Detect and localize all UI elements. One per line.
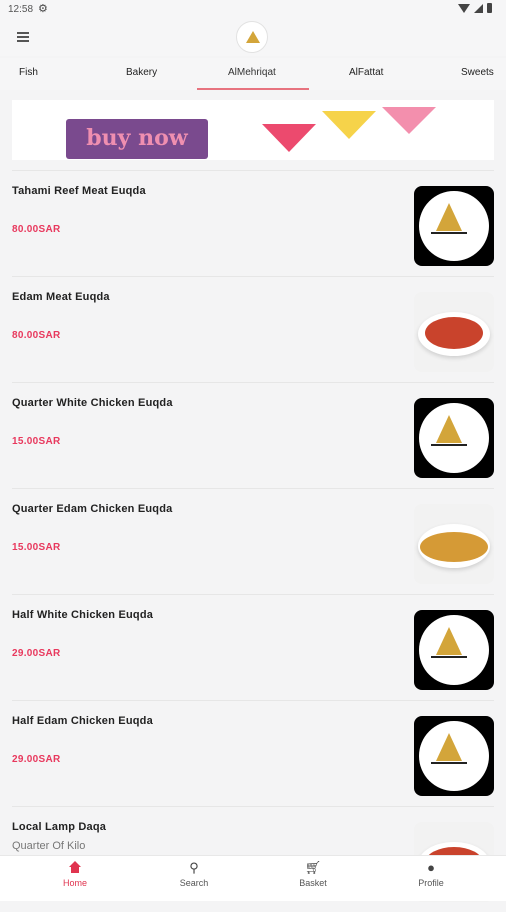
basket-icon: 🛒︎ — [304, 860, 322, 875]
product-name: Half White Chicken Euqda — [12, 609, 154, 621]
product-price: 80.00SAR — [12, 330, 61, 341]
nav-profile[interactable]: ● Profile — [391, 860, 471, 889]
app-header — [0, 18, 506, 56]
product-image[interactable] — [414, 292, 494, 372]
tab-bakery[interactable]: Bakery — [126, 58, 157, 90]
tab-alfattat[interactable]: AlFattat — [349, 58, 383, 90]
product-image[interactable] — [414, 610, 494, 690]
tab-fish[interactable]: Fish — [19, 58, 38, 90]
product-item[interactable]: Quarter White Chicken Euqda 15.00SAR — [12, 382, 494, 488]
product-item[interactable]: Edam Meat Euqda 80.00SAR — [12, 276, 494, 382]
wifi-icon — [458, 3, 470, 13]
bunting-flag — [262, 124, 316, 152]
promo-banner[interactable]: buy now — [12, 100, 494, 160]
status-time: 12:58 — [8, 4, 34, 15]
tab-sweets[interactable]: Sweets — [461, 58, 494, 90]
product-image[interactable] — [414, 186, 494, 266]
product-name: Quarter Edam Chicken Euqda — [12, 503, 173, 515]
product-item[interactable]: Half Edam Chicken Euqda 29.00SAR — [12, 700, 494, 806]
gear-icon: ⚙ — [38, 3, 48, 15]
active-tab-indicator — [197, 88, 309, 90]
product-price: 15.00SAR — [12, 436, 61, 447]
home-icon — [69, 861, 81, 873]
product-item[interactable]: Half White Chicken Euqda 29.00SAR — [12, 594, 494, 700]
nav-search[interactable]: ⚲ Search — [154, 860, 234, 889]
category-tabs: Fish Bakery AlMehriqat AlFattat Sweets — [0, 58, 506, 90]
product-name: Quarter White Chicken Euqda — [12, 397, 173, 409]
signal-icon — [474, 3, 483, 13]
nav-home-label: Home — [62, 878, 87, 888]
product-item[interactable]: Quarter Edam Chicken Euqda 15.00SAR — [12, 488, 494, 594]
product-price: 15.00SAR — [12, 542, 61, 553]
buy-now-button[interactable]: buy now — [66, 119, 208, 159]
product-image[interactable] — [414, 716, 494, 796]
bunting-flag — [322, 111, 376, 139]
product-name: Local Lamp Daqa — [12, 821, 107, 833]
product-image[interactable] — [414, 398, 494, 478]
system-icons — [458, 3, 492, 13]
product-list: Tahami Reef Meat Euqda 80.00SAR Edam Mea… — [0, 170, 506, 912]
product-item[interactable]: Tahami Reef Meat Euqda 80.00SAR — [12, 170, 494, 276]
nav-basket-label: Basket — [299, 878, 327, 888]
nav-home[interactable]: Home — [35, 861, 115, 888]
product-image[interactable] — [414, 504, 494, 584]
nav-profile-label: Profile — [418, 878, 444, 888]
product-price: 29.00SAR — [12, 648, 61, 659]
menu-icon[interactable] — [17, 32, 29, 45]
product-name: Tahami Reef Meat Euqda — [12, 185, 146, 197]
search-icon: ⚲ — [189, 860, 199, 875]
bunting-flag — [382, 107, 436, 134]
profile-icon: ● — [427, 860, 435, 875]
nav-search-label: Search — [179, 878, 209, 888]
product-price: 29.00SAR — [12, 754, 61, 765]
product-subtitle: Quarter Of Kilo — [12, 840, 86, 852]
product-price: 80.00SAR — [12, 224, 61, 235]
product-name: Half Edam Chicken Euqda — [12, 715, 153, 727]
battery-icon — [487, 3, 492, 13]
bottom-navigation: Home ⚲ Search 🛒︎ Basket ● Profile — [0, 855, 506, 901]
tab-almehriqat[interactable]: AlMehriqat — [228, 58, 276, 90]
product-name: Edam Meat Euqda — [12, 291, 110, 303]
nav-basket[interactable]: 🛒︎ Basket — [273, 860, 353, 889]
status-bar: 12:58 ⚙ — [0, 0, 506, 18]
brand-logo — [236, 21, 268, 53]
